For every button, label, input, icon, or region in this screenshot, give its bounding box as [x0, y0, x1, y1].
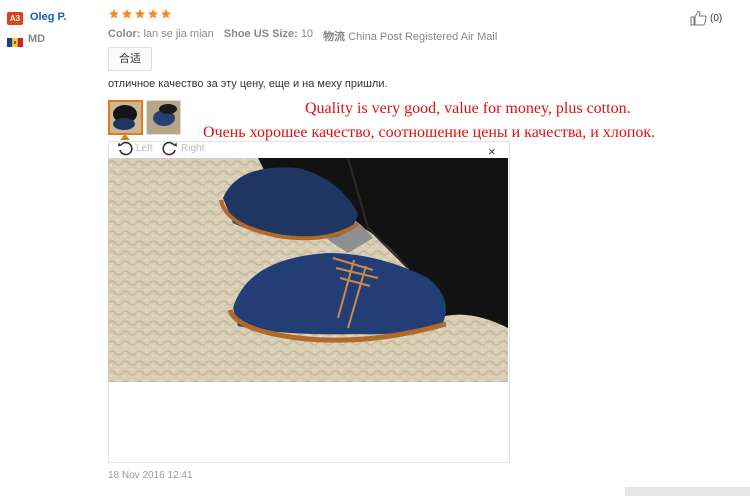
star-icon — [122, 9, 132, 19]
helpful-count: (0) — [710, 12, 723, 24]
star-icon — [109, 9, 119, 19]
user-country: MD — [28, 33, 46, 45]
user-name[interactable]: Oleg P. — [30, 11, 66, 23]
user-level-badge: A3 — [7, 12, 23, 25]
size-label: Shoe US Size: — [223, 28, 298, 40]
shipping-label: 物流 — [323, 31, 346, 43]
flag-icon — [7, 34, 23, 47]
rotate-right-icon — [162, 141, 177, 156]
translation-russian: Очень хорошее качество, соотношение цены… — [203, 124, 656, 141]
review-photo — [108, 157, 508, 382]
helpful-button[interactable]: (0) — [690, 10, 722, 26]
order-meta: Color: lan se jia mian Shoe US Size: 10 … — [108, 28, 497, 44]
thumbs-up-icon — [690, 10, 707, 26]
rotate-right-label: Right — [181, 142, 205, 154]
close-icon[interactable]: × — [488, 144, 496, 159]
star-icon — [148, 9, 158, 19]
translation-english: Quality is very good, value for money, p… — [305, 100, 631, 117]
review-text: отличное качество за эту цену, еще и на … — [108, 78, 388, 90]
review-tag: 合适 — [108, 47, 152, 71]
shipping-value: China Post Registered Air Mail — [348, 31, 498, 43]
size-value: 10 — [300, 28, 314, 40]
rotate-right-button[interactable]: Right — [162, 140, 204, 156]
color-value: lan se jia mian — [143, 28, 214, 40]
page-corner-bar — [625, 487, 750, 496]
color-label: Color: — [108, 28, 141, 40]
rotate-left-label: Left — [136, 142, 153, 154]
rating-stars — [108, 8, 172, 20]
rotate-left-button[interactable]: Left — [117, 140, 153, 156]
review-date: 18 Nov 2016 12:41 — [108, 470, 193, 481]
photo-thumbnail-2[interactable] — [146, 100, 181, 135]
star-icon — [135, 9, 145, 19]
star-icon — [161, 9, 171, 19]
rotate-left-icon — [118, 141, 133, 156]
photo-thumbnail-1[interactable] — [108, 100, 143, 135]
